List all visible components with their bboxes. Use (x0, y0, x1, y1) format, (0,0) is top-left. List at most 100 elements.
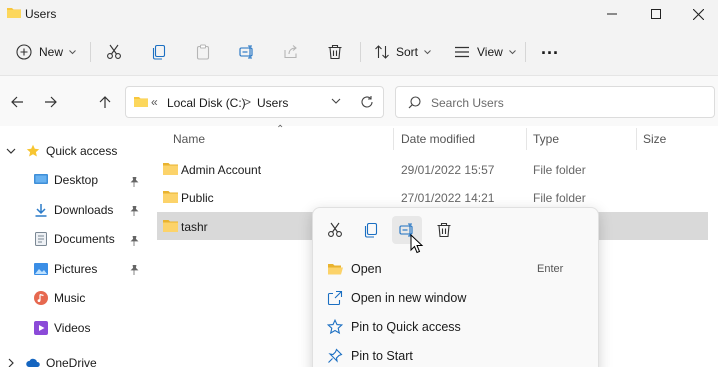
context-copy-button[interactable] (356, 216, 386, 244)
refresh-icon[interactable] (360, 95, 374, 109)
pin-icon[interactable] (129, 206, 139, 216)
cut-button[interactable] (106, 38, 122, 66)
close-button[interactable] (676, 0, 718, 28)
nav-item-documents[interactable]: Documents (34, 226, 115, 252)
address-bar[interactable]: « Local Disk (C:) > Users (125, 86, 384, 118)
folder-icon (7, 8, 21, 18)
folder-icon (163, 163, 178, 175)
view-label: View (477, 45, 503, 59)
title-bar: Users (0, 0, 718, 28)
address-row: « Local Disk (C:) > Users Search Users (0, 76, 718, 126)
arrow-left-icon (10, 96, 23, 108)
toolbar-divider (525, 42, 526, 62)
sort-button[interactable]: Sort (374, 38, 431, 66)
view-button[interactable]: View (454, 38, 516, 66)
column-header-date[interactable]: Date modified (401, 132, 475, 146)
file-name: Public (181, 191, 214, 205)
file-date: 27/01/2022 14:21 (401, 191, 495, 205)
context-item-open-new-window[interactable]: Open in new window (321, 284, 591, 312)
chevron-down-icon[interactable] (331, 96, 341, 106)
context-item-open[interactable]: Open Enter (321, 255, 591, 283)
address-overflow[interactable]: « (151, 95, 158, 109)
maximize-button[interactable] (634, 0, 678, 28)
breadcrumb-separator[interactable]: > (244, 95, 251, 109)
sort-icon (375, 45, 389, 59)
toolbar-divider (90, 42, 91, 62)
nav-item-desktop[interactable]: Desktop (34, 167, 98, 193)
column-header-name[interactable]: Name (173, 132, 205, 146)
column-header-size[interactable]: Size (643, 132, 666, 146)
more-options-button[interactable]: ... (541, 34, 559, 62)
up-button[interactable] (94, 91, 116, 113)
new-label: New (39, 45, 64, 59)
minimize-button[interactable] (590, 0, 634, 28)
chevron-down-icon (424, 49, 431, 54)
paste-button[interactable] (195, 38, 211, 66)
nav-item-videos[interactable]: Videos (34, 315, 90, 341)
context-cut-button[interactable] (320, 216, 350, 244)
minimize-icon (607, 13, 617, 15)
table-row[interactable]: Admin Account 29/01/2022 15:57 File fold… (157, 155, 708, 183)
pin-icon[interactable] (129, 236, 139, 246)
plus-circle-icon (16, 44, 32, 60)
window-title: Users (25, 7, 57, 21)
nav-item-pictures[interactable]: Pictures (34, 256, 97, 282)
download-icon (34, 203, 48, 217)
context-item-label: Open (351, 262, 382, 276)
nav-label: Music (54, 291, 86, 305)
search-box[interactable]: Search Users (395, 86, 715, 118)
column-divider[interactable] (636, 128, 637, 150)
context-delete-button[interactable] (429, 216, 459, 244)
nav-item-music[interactable]: Music (34, 285, 85, 311)
pin-icon (328, 348, 343, 363)
context-item-label: Pin to Quick access (351, 320, 461, 334)
file-type: File folder (533, 163, 586, 177)
chevron-down-icon (508, 49, 516, 54)
context-item-label: Open in new window (351, 291, 467, 305)
pin-icon[interactable] (129, 265, 139, 275)
new-window-icon (327, 290, 343, 306)
context-item-pin-quick-access[interactable]: Pin to Quick access (321, 313, 591, 341)
nav-label: Videos (54, 321, 91, 335)
column-header-type[interactable]: Type (533, 132, 559, 146)
nav-item-downloads[interactable]: Downloads (34, 197, 113, 223)
arrow-up-icon (99, 95, 111, 108)
picture-icon (34, 262, 48, 276)
breadcrumb-local-disk[interactable]: Local Disk (C:) (167, 96, 246, 110)
delete-button[interactable] (327, 38, 343, 66)
new-button[interactable]: New (16, 38, 76, 66)
breadcrumb-users[interactable]: Users (257, 96, 288, 110)
share-icon (284, 45, 297, 59)
folder-open-icon (328, 264, 343, 275)
folder-icon (163, 191, 178, 203)
cut-icon (328, 222, 342, 237)
share-button[interactable] (283, 38, 299, 66)
close-icon (692, 8, 704, 20)
toolbar-divider (360, 42, 361, 62)
video-icon (34, 321, 48, 335)
rename-button[interactable] (239, 38, 256, 66)
forward-button[interactable] (39, 91, 61, 113)
file-name: tashr (181, 220, 208, 234)
back-button[interactable] (6, 91, 28, 113)
copy-button[interactable] (151, 38, 167, 66)
nav-label: Documents (54, 232, 115, 246)
column-divider[interactable] (526, 128, 527, 150)
chevron-down-icon (69, 49, 76, 54)
nav-label: OneDrive (46, 356, 97, 367)
rename-icon (239, 45, 253, 59)
mouse-cursor-icon (410, 234, 424, 254)
star-icon (327, 319, 343, 335)
folder-icon (134, 97, 148, 107)
chevron-right-icon (8, 358, 14, 367)
search-icon (408, 96, 421, 109)
column-divider[interactable] (393, 128, 394, 150)
sort-label: Sort (396, 45, 419, 59)
nav-item-quick-access[interactable]: Quick access (6, 138, 117, 164)
command-bar: New Sort View ... (0, 28, 718, 76)
pin-icon[interactable] (129, 177, 139, 187)
delete-icon (437, 222, 451, 238)
context-item-pin-start[interactable]: Pin to Start (321, 342, 591, 367)
file-type: File folder (533, 191, 586, 205)
nav-item-onedrive[interactable]: OneDrive (6, 350, 97, 367)
